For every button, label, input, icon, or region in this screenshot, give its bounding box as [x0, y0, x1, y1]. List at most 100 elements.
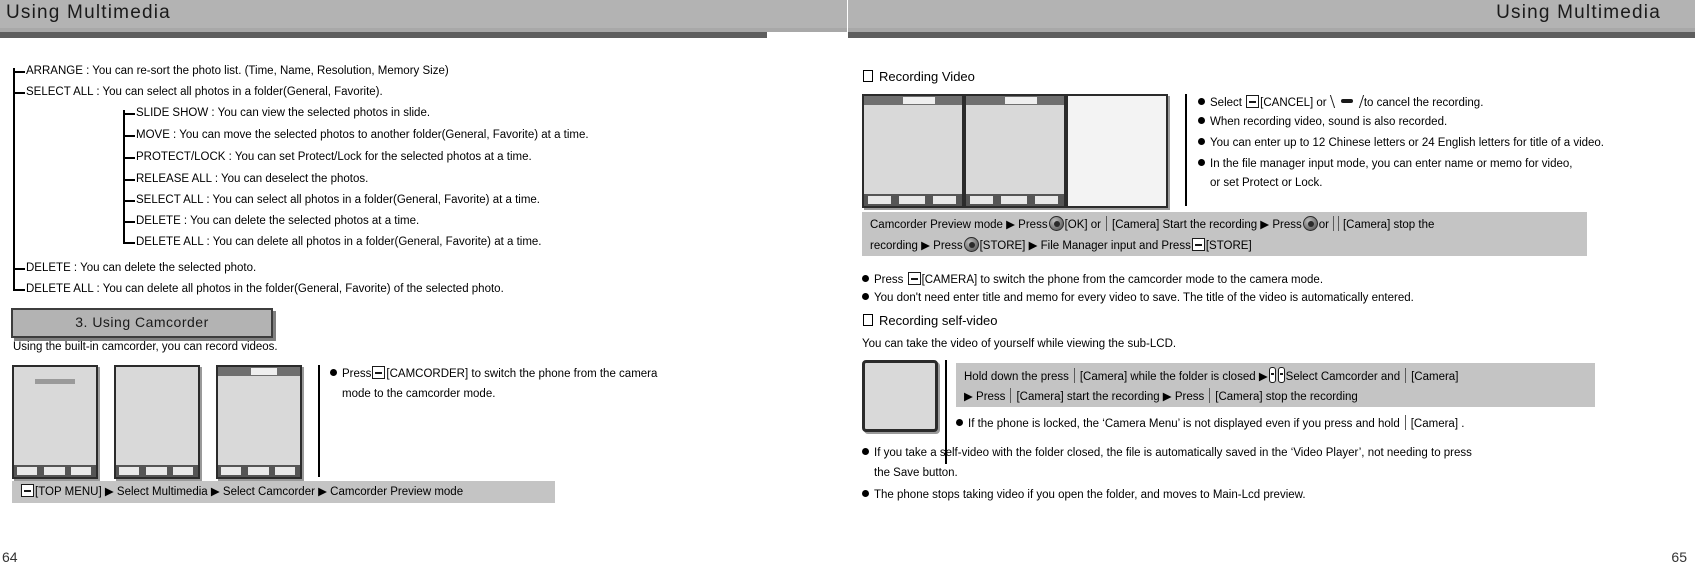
tree-item-arrange: ARRANGE : You can re-sort the photo list… [26, 65, 449, 77]
right-page: Using Multimedia Recording Video Select … [848, 0, 1695, 577]
bullet-mid: [CANCEL] or [1260, 97, 1327, 109]
thumbnail-video-recording-1 [862, 94, 964, 208]
cmd-text: recording ▶ Press [870, 240, 963, 252]
cmd-text: Select Camcorder and [1285, 371, 1401, 383]
tree-branch-1 [13, 71, 25, 73]
self-video-bullet-stop: The phone stops taking video if you open… [862, 489, 1306, 502]
thumbnail-divider [318, 365, 320, 477]
tree-item-delete: DELETE : You can delete the selected pho… [26, 262, 257, 274]
tree-item-delete-all: DELETE ALL : You can delete all photos i… [26, 283, 504, 295]
thumbnail-sub-lcd-preview [862, 360, 938, 432]
cmd-text: [Camera] stop the [1342, 219, 1435, 231]
tree-branch-3 [13, 268, 25, 270]
bullet-text: is not displayed even if you press and h… [1179, 418, 1400, 430]
right-bullet-sound: When recording video, sound is also reco… [1198, 116, 1447, 129]
self-video-command-strip: Hold down the press [Camera] while the fo… [956, 363, 1595, 407]
bullet-pre: Press [342, 368, 372, 380]
separator-icon [1404, 415, 1406, 430]
thumbnail-statusbar [966, 96, 1064, 105]
thumbnail-softkeys [218, 465, 300, 477]
cmd-text: [OK] or [1064, 219, 1102, 231]
self-video-bullet-autosave-cont: the Save button. [874, 467, 958, 479]
right-bullet-cancel: Select [CANCEL] or to cancel the recordi… [1198, 95, 1483, 110]
subheading-recording-video-label: Recording Video [879, 69, 975, 84]
tree-sub-branch-1 [123, 113, 135, 115]
self-video-bullet-autosave: If you take a self-video with the folder… [862, 447, 1472, 460]
bullet-text: If the phone is locked, the [968, 418, 1103, 430]
tree-item-select-all: SELECT ALL : You can select all photos i… [26, 86, 383, 98]
tree-sub-item-select-all: SELECT ALL : You can select all photos i… [136, 194, 540, 206]
bullet-icon [862, 448, 869, 455]
thumbnail-statusbar [864, 96, 962, 105]
square-bullet-icon [863, 70, 873, 82]
bullet-icon [1198, 138, 1205, 145]
bullet-pre: Select [1210, 97, 1242, 109]
right-bullet-letters: You can enter up to 12 Chinese letters o… [1198, 137, 1604, 150]
tree-sub-branch-2 [123, 135, 135, 137]
right-bullet-filemanager: In the file manager input mode, you can … [1198, 158, 1572, 171]
end-key-icon [1332, 95, 1362, 108]
section-heading-box: 3. Using Camcorder [11, 308, 273, 338]
thumbnail-softkeys [864, 194, 962, 206]
cmd-text: [Camera] while the folder is closed ▶ [1079, 371, 1268, 383]
left-page-number: 64 [2, 549, 18, 565]
left-bullet-camcorder-cont: mode to the camcorder mode. [342, 388, 496, 400]
tree-sub-item-slide-show: SLIDE SHOW : You can view the selected p… [136, 107, 431, 119]
bullet-pre: Press [874, 274, 904, 286]
header-rule-gap [767, 32, 847, 38]
left-page-header-title: Using Multimedia [6, 2, 171, 23]
tree-sub-item-delete-all: DELETE ALL : You can delete all photos i… [136, 236, 542, 248]
soft-key-icon [21, 484, 34, 497]
cmd-text: [Camera] start the recording ▶ Press [1016, 391, 1205, 403]
video-command-strip-line1: Camcorder Preview mode ▶ Press [OK] or [Ca… [870, 216, 1434, 233]
tree-branch-2 [13, 92, 25, 94]
bullet-emphasis: ‘Camera Menu’ [1102, 418, 1180, 430]
camera-key-icon [1268, 367, 1276, 383]
bullet-text: When recording video, sound is also reco… [1210, 116, 1448, 128]
cmd-text: [Camera] Start the recording ▶ Press [1112, 219, 1302, 231]
bullet-post: [CAMERA] to switch the phone from the ca… [921, 274, 1324, 286]
cmd-text: [STORE] ▶ File Manager input and Press [979, 240, 1191, 252]
soft-key-icon [372, 366, 386, 379]
thumbnail-camcorder-preview-photo [216, 365, 302, 479]
cmd-text: [Camera] [1411, 371, 1459, 383]
tree-sub-item-release-all: RELEASE ALL : You can deselect the photo… [136, 173, 369, 185]
bullet-icon [862, 490, 869, 497]
cmd-text: Hold down the press [964, 371, 1069, 383]
separator-icon [1209, 388, 1211, 403]
left-bullet-camcorder: Press [CAMCORDER] to switch the phone fro… [330, 366, 657, 381]
video-command-strip: Camcorder Preview mode ▶ Press [OK] or [Ca… [862, 212, 1587, 256]
separator-icon [1106, 216, 1108, 231]
tree-sub-branch-7 [123, 242, 135, 244]
cmd-text: [STORE] [1205, 240, 1252, 252]
ok-key-icon [963, 237, 979, 252]
cmd-text: [Camera] stop the recording [1215, 391, 1358, 403]
cmd-text: Camcorder Preview mode ▶ Press [870, 219, 1048, 231]
ok-key-icon [1048, 216, 1064, 231]
separator-icon [1073, 368, 1075, 383]
thumbnail-divider [1185, 94, 1187, 206]
tree-sub-branch-6 [123, 221, 135, 223]
separator-icon [1332, 216, 1339, 231]
bullet-icon [1198, 117, 1205, 124]
tree-sub-item-move: MOVE : You can move the selected photos … [136, 129, 589, 141]
bullet-icon [330, 369, 337, 376]
tree-sub-item-protect-lock: PROTECT/LOCK : You can set Protect/Lock … [136, 151, 532, 163]
bullet-text: You don't need enter title and memo for … [874, 292, 1414, 304]
thumbnail-video-file-manager [1066, 94, 1168, 208]
thumbnail-camcorder-menu-grid [12, 365, 98, 479]
left-command-strip: [TOP MENU] ▶ Select Multimedia ▶ Select … [12, 481, 555, 503]
bullet-icon [862, 293, 869, 300]
bullet-text: You can enter up to 12 Chinese letters o… [1210, 137, 1605, 149]
tree-sub-stem [123, 110, 125, 243]
bullet-text: [Camera] . [1410, 418, 1465, 430]
soft-key-icon [1191, 238, 1205, 251]
section-heading-label: 3. Using Camcorder [75, 314, 209, 330]
ok-key-icon [1302, 216, 1318, 231]
separator-icon [1405, 368, 1407, 383]
tree-sub-item-delete: DELETE : You can delete the selected pho… [136, 215, 420, 227]
section-intro-text: Using the built-in camcorder, you can re… [13, 341, 278, 353]
separator-icon [1010, 388, 1012, 403]
bullet-post: [CAMCORDER] to switch the phone from the… [386, 368, 658, 380]
bullet-icon [1198, 159, 1205, 166]
